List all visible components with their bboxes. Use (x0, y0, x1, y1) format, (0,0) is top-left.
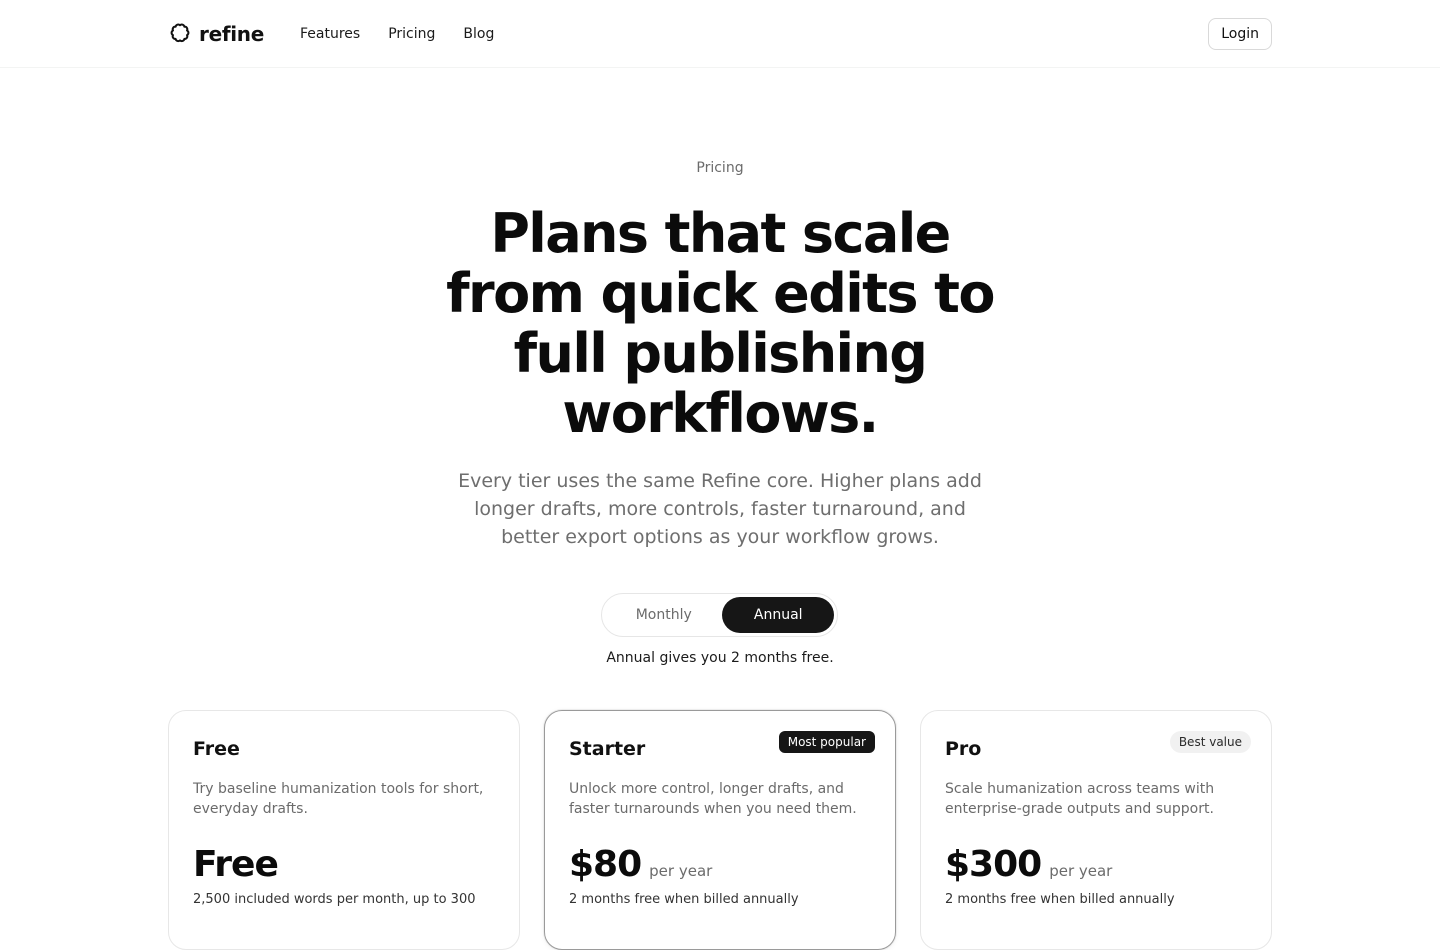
nav-link-blog[interactable]: Blog (463, 26, 494, 42)
login-button[interactable]: Login (1208, 18, 1272, 50)
plan-price: Free (193, 844, 279, 885)
nav-link-pricing[interactable]: Pricing (388, 26, 435, 42)
billing-toggle: Monthly Annual (601, 593, 838, 637)
plan-price-row: $300 per year (945, 845, 1247, 885)
most-popular-badge: Most popular (778, 731, 875, 753)
plan-note: 2 months free when billed annually (569, 892, 799, 907)
plan-price-row: Free (193, 845, 495, 885)
plan-description: Try baseline humanization tools for shor… (193, 781, 484, 817)
site-header: refine Features Pricing Blog Login (0, 0, 1440, 68)
plan-price: $300 (945, 844, 1042, 885)
plan-note: 2,500 included words per month, up to 30… (193, 892, 476, 907)
brand-logo-link[interactable]: refine (168, 22, 264, 46)
plan-price-row: $80 per year (569, 845, 871, 885)
plan-price: $80 (569, 844, 642, 885)
plan-card-starter: Starter Most popular Unlock more control… (544, 710, 896, 950)
plan-period: per year (649, 862, 713, 880)
plan-name: Free (193, 738, 240, 760)
billing-note: Annual gives you 2 months free. (606, 650, 834, 666)
page-title: Plans that scale from quick edits to ful… (446, 202, 995, 445)
header-bar: refine Features Pricing Blog Login (168, 0, 1272, 68)
billing-option-annual[interactable]: Annual (722, 597, 834, 633)
main-nav: Features Pricing Blog (300, 26, 494, 42)
nav-link-features[interactable]: Features (300, 26, 360, 42)
page-subtitle: Every tier uses the same Refine core. Hi… (458, 470, 982, 548)
brand-name: refine (199, 22, 264, 46)
best-value-badge: Best value (1169, 731, 1251, 753)
plan-card-pro: Pro Best value Scale humanization across… (920, 710, 1272, 950)
plan-card-free: Free Try baseline humanization tools for… (168, 710, 520, 950)
plan-note: 2 months free when billed annually (945, 892, 1175, 907)
flower-logo-icon (170, 23, 190, 43)
plan-description: Unlock more control, longer drafts, and … (569, 781, 857, 817)
billing-option-monthly[interactable]: Monthly (605, 597, 722, 633)
section-eyebrow: Pricing (696, 160, 744, 176)
plan-description: Scale humanization across teams with ent… (945, 781, 1215, 817)
plan-period: per year (1049, 862, 1113, 880)
